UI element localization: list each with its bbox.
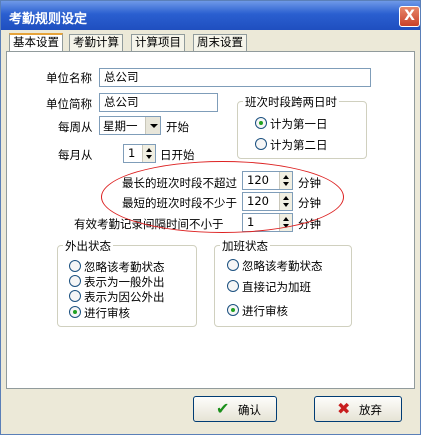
chevron-down-icon[interactable]	[145, 117, 160, 134]
radio-dot-icon	[227, 280, 239, 292]
unit-short-input[interactable]: 总公司	[99, 93, 218, 112]
radio-dot-icon	[69, 275, 81, 287]
radio-overtime-direct-label: 直接记为加班	[242, 280, 311, 294]
week-from-suffix: 开始	[166, 120, 189, 134]
cross-icon: ✖	[337, 399, 351, 418]
radio-dot-icon	[69, 260, 81, 272]
highlight-ellipse	[101, 161, 344, 233]
cancel-button[interactable]: ✖ 放弃	[314, 396, 402, 422]
ok-button[interactable]: ✔ 确认	[193, 396, 277, 422]
close-icon[interactable]: X	[399, 6, 420, 27]
radio-dot-icon	[255, 138, 267, 150]
radio-out-business-label: 表示为因公外出	[84, 290, 165, 304]
overtime-status-group-title: 加班状态	[220, 238, 270, 254]
ok-button-label: 确认	[238, 403, 261, 417]
dialog-window: 考勤规则设定 X 基本设置 考勤计算 计算项目 周末设置 单位名称 总公司 单位…	[0, 0, 421, 435]
radio-second-day-label: 计为第二日	[270, 138, 328, 152]
week-from-value: 星期一	[103, 119, 138, 133]
cancel-button-label: 放弃	[359, 403, 382, 417]
tab-weekend-settings[interactable]: 周末设置	[193, 34, 247, 51]
radio-first-day-label: 计为第一日	[270, 117, 328, 131]
unit-name-input[interactable]: 总公司	[99, 68, 371, 87]
tab-attendance-calc[interactable]: 考勤计算	[69, 34, 123, 51]
month-from-suffix: 日开始	[160, 148, 195, 162]
radio-out-general-label: 表示为一般外出	[84, 275, 165, 289]
stepper-arrows-icon[interactable]	[142, 145, 155, 162]
radio-overtime-review-label: 进行审核	[242, 304, 288, 318]
month-from-label: 每月从	[58, 148, 93, 162]
radio-dot-icon	[255, 117, 267, 129]
unit-name-label: 单位名称	[46, 71, 92, 85]
radio-dot-icon	[69, 306, 81, 318]
unit-short-label: 单位简称	[46, 97, 92, 111]
radio-dot-icon	[227, 304, 239, 316]
tab-calc-items[interactable]: 计算项目	[131, 34, 185, 51]
radio-dot-icon	[227, 259, 239, 271]
month-from-stepper[interactable]: 1	[123, 144, 156, 163]
week-from-select[interactable]: 星期一	[99, 116, 161, 135]
radio-overtime-ignore-label: 忽略该考勤状态	[242, 259, 323, 273]
radio-out-review-label: 进行审核	[84, 306, 130, 320]
radio-dot-icon	[69, 290, 81, 302]
cross-day-group-title: 班次时段跨两日时	[243, 94, 339, 110]
tab-basic-settings[interactable]: 基本设置	[9, 33, 63, 52]
radio-out-ignore-label: 忽略该考勤状态	[84, 260, 165, 274]
month-from-value: 1	[128, 146, 136, 160]
title-bar[interactable]: 考勤规则设定 X	[1, 1, 420, 30]
checkmark-icon: ✔	[216, 399, 230, 418]
window-title: 考勤规则设定	[9, 12, 88, 27]
out-status-group-title: 外出状态	[63, 238, 113, 254]
week-from-label: 每周从	[58, 120, 93, 134]
